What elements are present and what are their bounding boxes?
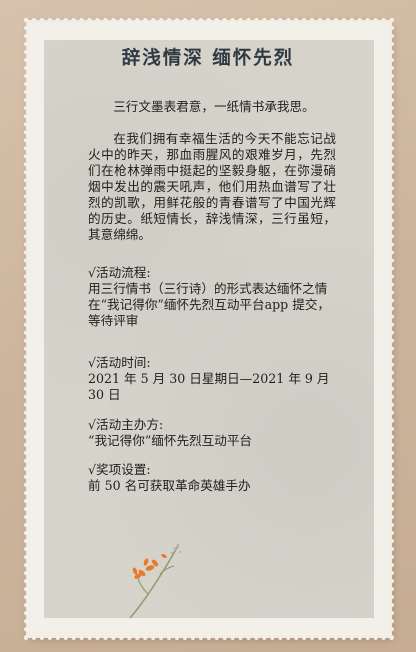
section-heading: √奖项设置: — [88, 462, 151, 477]
section-process: √活动流程: 用三行情书（三行诗）的形式表达缅怀之情 在“我记得你”缅怀先烈互动… — [88, 265, 338, 329]
section-line: 用三行情书（三行诗）的形式表达缅怀之情 — [88, 281, 328, 296]
section-line: 在“我记得你”缅怀先烈互动平台app 提交，等待评审 — [88, 297, 331, 328]
section-line: 前 50 名可获取革命英雄手办 — [88, 478, 251, 493]
section-organizer: √活动主办方: “我记得你”缅怀先烈互动平台 — [88, 417, 338, 449]
flower-sprig-icon — [129, 543, 182, 619]
section-heading: √活动时间: — [88, 355, 151, 370]
body-paragraph: 在我们拥有幸福生活的今天不能忘记战火中的昨天，那血雨腥风的艰难岁月，先烈们在枪林… — [88, 131, 336, 242]
page-title: 辞浅情深 缅怀先烈 — [121, 48, 295, 69]
section-line: “我记得你”缅怀先烈互动平台 — [88, 433, 253, 448]
section-heading: √活动主办方: — [88, 417, 164, 432]
section-line: 2021 年 5 月 30 日星期日—2021 年 9 月 30 日 — [88, 371, 330, 402]
section-heading: √活动流程: — [88, 265, 151, 280]
section-time: √活动时间: 2021 年 5 月 30 日星期日—2021 年 9 月 30 … — [88, 355, 338, 403]
section-awards: √奖项设置: 前 50 名可获取革命英雄手办 — [88, 462, 338, 494]
intro-paragraph: 三行文墨表君意，一纸情书承我思。 — [113, 99, 315, 114]
paper-background — [44, 40, 374, 618]
